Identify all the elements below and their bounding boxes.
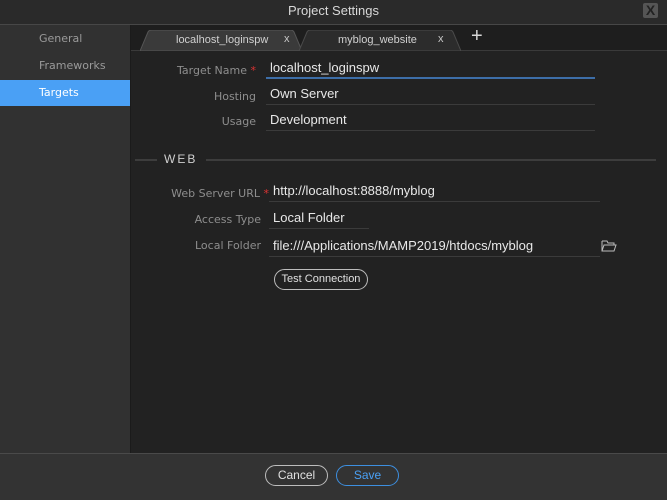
sidebar: General Frameworks Targets [0,25,131,453]
add-tab-button[interactable]: + [471,26,483,46]
access-type-select[interactable]: Local Folder [269,209,369,229]
tab-localhost-loginspw[interactable]: localhost_loginspw x [140,30,302,51]
cancel-button[interactable]: Cancel [265,465,328,486]
tab-close-icon[interactable]: x [438,33,444,45]
save-button[interactable]: Save [336,465,399,486]
sidebar-item-label: Targets [39,86,79,99]
tab-label: myblog_website [338,34,417,46]
label-text: Web Server URL [171,187,260,200]
sidebar-item-frameworks[interactable]: Frameworks [0,53,130,79]
usage-select[interactable]: Development [266,111,595,131]
test-connection-button[interactable]: Test Connection [274,269,368,290]
hosting-label: Hosting [213,90,256,103]
target-name-input[interactable]: localhost_loginspw [266,59,595,79]
project-settings-dialog: Project Settings X General Frameworks Ta… [0,0,667,500]
close-dialog-button[interactable]: X [643,3,658,18]
tab-close-icon[interactable]: x [284,33,290,45]
tab-myblog-website[interactable]: myblog_website x [299,30,461,51]
targets-panel: localhost_loginspw x myblog_website x + … [131,25,667,453]
section-divider [206,159,656,161]
required-marker: * [250,64,257,77]
close-icon: X [645,2,656,18]
local-folder-input[interactable]: file:///Applications/MAMP2019/htdocs/myb… [269,237,600,257]
sidebar-item-general[interactable]: General [0,26,130,52]
access-type-label: Access Type [194,213,261,226]
local-folder-label: Local Folder [195,239,261,252]
tab-label: localhost_loginspw [176,34,269,46]
sidebar-item-label: Frameworks [39,59,106,72]
web-server-url-input[interactable]: http://localhost:8888/myblog [269,182,600,202]
usage-label: Usage [221,115,256,128]
title-bar: Project Settings X [0,0,667,25]
sidebar-item-targets[interactable]: Targets [0,80,130,106]
target-name-label: Target Name * [131,64,256,77]
dialog-title: Project Settings [287,3,380,18]
web-server-url-label: Web Server URL * [131,187,269,200]
folder-open-icon[interactable] [601,240,617,252]
dialog-footer: Cancel Save [0,453,667,500]
section-divider [135,159,157,161]
label-text: Target Name [177,64,247,77]
web-section-heading: WEB [164,152,198,166]
target-tabs: localhost_loginspw x myblog_website x + [131,25,667,51]
sidebar-item-label: General [39,32,83,45]
hosting-select[interactable]: Own Server [266,85,595,105]
